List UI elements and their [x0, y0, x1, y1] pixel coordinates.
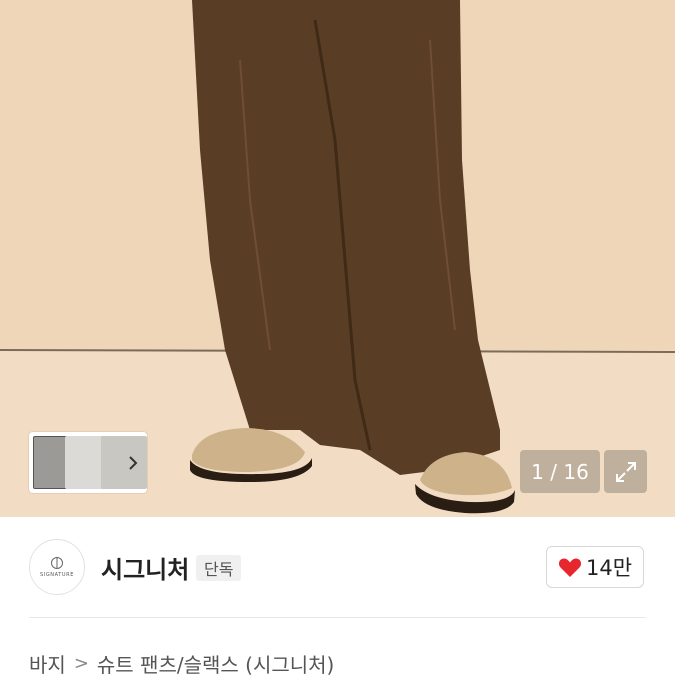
expand-button[interactable] — [604, 450, 647, 493]
chevron-right-icon[interactable] — [124, 451, 142, 475]
like-button[interactable]: 14만 — [546, 546, 644, 588]
breadcrumb-subcategory[interactable]: 슈트 팬츠/슬랙스 (시그니처) — [97, 649, 334, 678]
seller-name[interactable]: 시그니처 — [101, 550, 189, 585]
thumbnail-2[interactable] — [65, 436, 105, 489]
product-image-gallery[interactable]: 1 / 16 — [0, 0, 675, 517]
seller-section: SIGNATURE 시그니처 단독 14만 — [0, 517, 675, 617]
breadcrumb: 바지 > 슈트 팬츠/슬랙스 (시그니처) — [29, 649, 334, 678]
seller-logo[interactable]: SIGNATURE — [29, 539, 85, 595]
exclusive-badge: 단독 — [196, 555, 242, 581]
heart-icon — [558, 558, 582, 577]
breadcrumb-separator: > — [73, 653, 89, 674]
logo-mark-icon — [51, 557, 63, 569]
thumbnail-1[interactable] — [33, 436, 69, 489]
expand-icon — [615, 461, 636, 482]
image-counter: 1 / 16 — [520, 450, 600, 493]
logo-text: SIGNATURE — [39, 572, 75, 578]
divider — [29, 617, 646, 618]
like-count: 14만 — [585, 556, 633, 580]
breadcrumb-category[interactable]: 바지 — [29, 649, 66, 678]
